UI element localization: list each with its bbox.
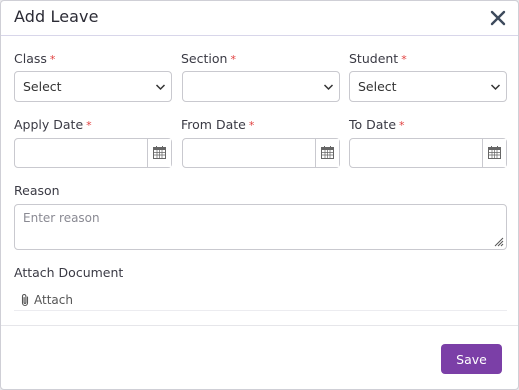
apply-date-label-text: Apply Date [14,117,84,132]
required-mark: * [248,119,255,132]
paperclip-icon [21,294,29,307]
required-mark: * [230,53,236,66]
class-select[interactable]: Select [14,71,172,102]
modal-title: Add Leave [14,7,99,26]
attach-document-label: Attach Document [14,265,124,280]
resize-handle-icon[interactable] [492,235,504,247]
modal-header: Add Leave [1,1,518,36]
class-label: Class * [14,51,55,66]
from-date-label: From Date * [181,117,254,132]
student-select-value: Select [358,79,397,94]
from-date-input[interactable] [182,138,340,168]
chevron-down-icon [155,84,166,91]
to-date-label-text: To Date [349,117,397,132]
calendar-icon [488,146,501,159]
divider [14,310,507,311]
class-select-value: Select [23,79,62,94]
apply-date-label: Apply Date * [14,117,92,132]
required-mark: * [399,119,405,132]
save-button[interactable]: Save [441,344,502,374]
required-mark: * [86,119,92,132]
reason-textarea[interactable]: Enter reason [14,204,507,250]
student-label-text: Student [349,51,399,66]
chevron-down-icon [490,84,501,91]
section-select[interactable] [182,71,340,102]
calendar-icon [153,146,166,159]
calendar-button[interactable] [482,139,506,167]
reason-placeholder: Enter reason [23,211,100,225]
close-icon[interactable] [488,8,508,28]
add-leave-modal: Add Leave Class * Select Section * Student… [0,0,519,390]
calendar-button[interactable] [315,139,339,167]
calendar-icon [321,146,334,159]
chevron-down-icon [323,84,334,91]
section-label-text: Section [181,51,228,66]
class-label-text: Class [14,51,47,66]
required-mark: * [401,53,407,66]
reason-label: Reason [14,183,60,198]
apply-date-input[interactable] [14,138,172,168]
student-select[interactable]: Select [349,71,507,102]
required-mark: * [49,53,56,66]
attach-button-label: Attach [34,293,73,307]
from-date-label-text: From Date [181,117,246,132]
to-date-input[interactable] [349,138,507,168]
calendar-button[interactable] [147,139,171,167]
footer-divider [1,325,518,326]
student-label: Student * [349,51,407,66]
section-label: Section * [181,51,236,66]
to-date-label: To Date * [349,117,405,132]
attach-button[interactable]: Attach [19,290,73,310]
